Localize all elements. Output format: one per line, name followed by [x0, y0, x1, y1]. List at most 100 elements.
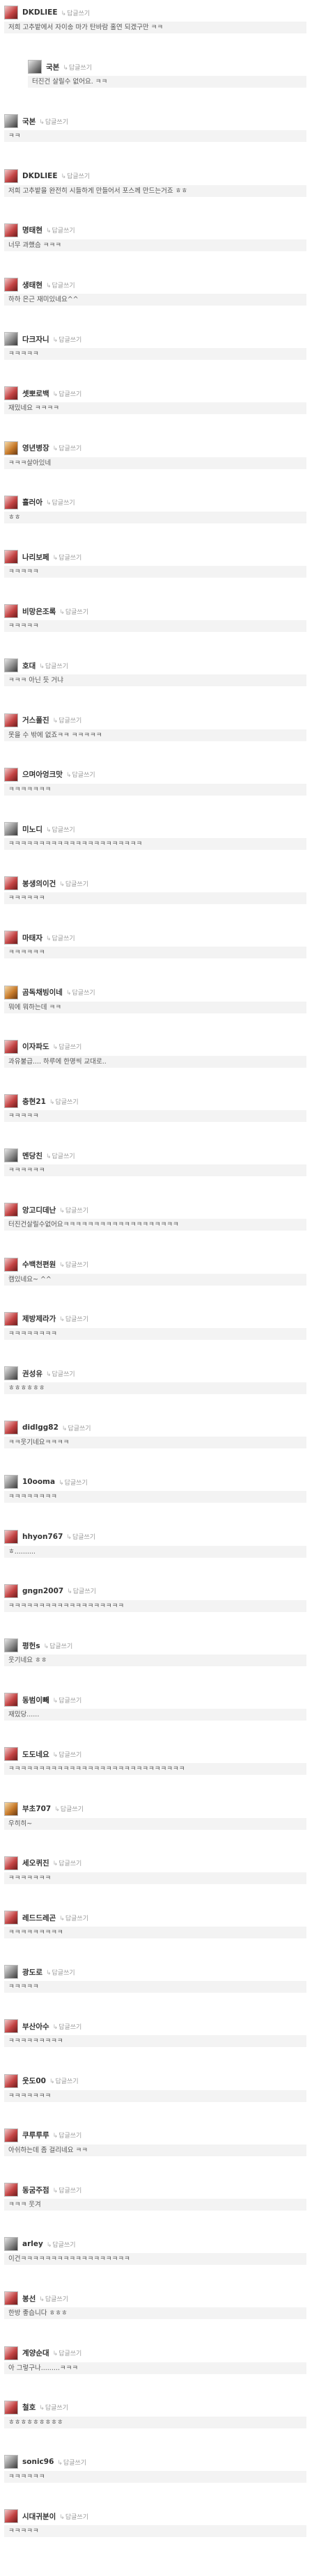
avatar[interactable]	[4, 1638, 18, 1652]
reply-button[interactable]: ↳답글쓰기	[66, 1532, 95, 1541]
reply-button[interactable]: ↳답글쓰기	[53, 335, 82, 344]
comment-author[interactable]: 제방제라가	[22, 1313, 56, 1324]
reply-button[interactable]: ↳답글쓰기	[59, 1260, 88, 1269]
avatar[interactable]	[4, 604, 18, 619]
avatar[interactable]	[4, 1911, 18, 1925]
comment-author[interactable]: 부초707	[22, 1803, 51, 1814]
reply-button[interactable]: ↳답글쓰기	[53, 1042, 82, 1051]
avatar[interactable]	[4, 2291, 18, 2306]
avatar[interactable]	[4, 278, 18, 292]
reply-button[interactable]: ↳답글쓰기	[53, 1858, 82, 1867]
reply-button[interactable]: ↳답글쓰기	[66, 988, 95, 997]
reply-button[interactable]: ↳답글쓰기	[53, 389, 82, 398]
avatar[interactable]	[4, 332, 18, 347]
avatar[interactable]	[4, 1583, 18, 1598]
avatar[interactable]	[4, 1529, 18, 1544]
comment-author[interactable]: DKDLIEE	[22, 8, 58, 17]
reply-button[interactable]: ↳답글쓰기	[53, 1696, 82, 1705]
avatar[interactable]	[4, 441, 18, 455]
avatar[interactable]	[4, 2455, 18, 2469]
comment-author[interactable]: arley	[22, 2240, 43, 2248]
reply-button[interactable]: ↳답글쓰기	[39, 661, 68, 670]
reply-button[interactable]: ↳답글쓰기	[54, 1804, 84, 1813]
reply-button[interactable]: ↳답글쓰기	[61, 171, 91, 180]
avatar[interactable]	[4, 1856, 18, 1870]
comment-author[interactable]: 이자파도	[22, 1041, 49, 1052]
avatar[interactable]	[4, 1203, 18, 1217]
comment-author[interactable]: 다크자니	[22, 334, 49, 345]
comment-author[interactable]: 곰독채빙이네	[22, 987, 63, 997]
avatar[interactable]	[4, 2128, 18, 2142]
comment-author[interactable]: 미노디	[22, 824, 42, 835]
avatar[interactable]	[4, 2019, 18, 2034]
reply-button[interactable]: ↳답글쓰기	[39, 117, 68, 126]
comment-author[interactable]: 거스폴진	[22, 715, 49, 725]
avatar[interactable]	[4, 1094, 18, 1108]
avatar[interactable]	[4, 1693, 18, 1707]
comment-author[interactable]: 봉선	[22, 2293, 36, 2304]
reply-button[interactable]: ↳답글쓰기	[59, 607, 88, 616]
comment-author[interactable]: 으며아엉크맛	[22, 769, 63, 780]
reply-button[interactable]: ↳답글쓰기	[46, 498, 75, 507]
comment-author[interactable]: 국본	[22, 116, 36, 127]
comment-author[interactable]: 나리보페	[22, 552, 49, 562]
avatar[interactable]	[4, 2073, 18, 2088]
comment-author[interactable]: 동범이빼	[22, 1695, 49, 1705]
avatar[interactable]	[4, 1039, 18, 1054]
reply-button[interactable]: ↳답글쓰기	[39, 2294, 68, 2303]
reply-button[interactable]: ↳답글쓰기	[53, 553, 82, 562]
comment-author[interactable]: 봉생의이건	[22, 878, 56, 889]
comment-author[interactable]: 계양순대	[22, 2348, 49, 2358]
reply-button[interactable]: ↳답글쓰기	[53, 443, 82, 452]
reply-button[interactable]: ↳답글쓰기	[49, 2076, 79, 2085]
avatar[interactable]	[28, 60, 42, 74]
comment-author[interactable]: 레드드레곤	[22, 1913, 56, 1923]
comment-author[interactable]: 시대귀분이	[22, 2511, 56, 2522]
reply-button[interactable]: ↳답글쓰기	[46, 226, 75, 235]
avatar[interactable]	[4, 2400, 18, 2415]
avatar[interactable]	[4, 658, 18, 673]
reply-button[interactable]: ↳답글쓰기	[46, 280, 75, 290]
avatar[interactable]	[4, 822, 18, 836]
comment-author[interactable]: gngn2007	[22, 1587, 63, 1595]
reply-button[interactable]: ↳답글쓰기	[39, 2403, 68, 2412]
avatar[interactable]	[4, 1257, 18, 1272]
comment-author[interactable]: 셋뽀로백	[22, 388, 49, 399]
avatar[interactable]	[4, 1421, 18, 1435]
comment-author[interactable]: 평헌s	[22, 1641, 40, 1651]
avatar[interactable]	[4, 767, 18, 782]
comment-author[interactable]: 부산아수	[22, 2021, 49, 2032]
avatar[interactable]	[4, 931, 18, 945]
reply-button[interactable]: ↳답글쓰기	[66, 770, 95, 779]
comment-author[interactable]: 철호	[22, 2402, 36, 2412]
avatar[interactable]	[4, 713, 18, 727]
comment-author[interactable]: 흘러아	[22, 497, 42, 507]
reply-button[interactable]: ↳답글쓰기	[49, 1097, 79, 1106]
reply-button[interactable]: ↳답글쓰기	[46, 825, 75, 834]
reply-button[interactable]: ↳답글쓰기	[59, 1913, 88, 1922]
reply-button[interactable]: ↳답글쓰기	[53, 716, 82, 725]
comment-author[interactable]: 호대	[22, 661, 36, 671]
reply-button[interactable]: ↳답글쓰기	[67, 1586, 96, 1595]
comment-author[interactable]: 광도로	[22, 1967, 42, 1977]
comment-author[interactable]: 국본	[46, 62, 59, 72]
reply-button[interactable]: ↳답글쓰기	[53, 1750, 82, 1759]
avatar[interactable]	[4, 386, 18, 401]
comment-author[interactable]: DKDLIEE	[22, 172, 58, 180]
comment-author[interactable]: 수백천편원	[22, 1259, 56, 1270]
reply-button[interactable]: ↳답글쓰기	[59, 879, 88, 888]
reply-button[interactable]: ↳답글쓰기	[59, 2512, 88, 2521]
avatar[interactable]	[4, 1801, 18, 1816]
comment-author[interactable]: 도도네요	[22, 1749, 49, 1760]
avatar[interactable]	[4, 1965, 18, 1980]
reply-button[interactable]: ↳답글쓰기	[59, 1206, 88, 1215]
comment-author[interactable]: 세오퀴진	[22, 1858, 49, 1868]
reply-button[interactable]: ↳답글쓰기	[63, 63, 92, 72]
avatar[interactable]	[4, 114, 18, 129]
reply-button[interactable]: ↳답글쓰기	[46, 1968, 75, 1977]
comment-author[interactable]: 마태자	[22, 933, 42, 943]
reply-button[interactable]: ↳답글쓰기	[62, 1423, 91, 1432]
avatar[interactable]	[4, 876, 18, 891]
avatar[interactable]	[4, 2237, 18, 2252]
avatar[interactable]	[4, 223, 18, 237]
